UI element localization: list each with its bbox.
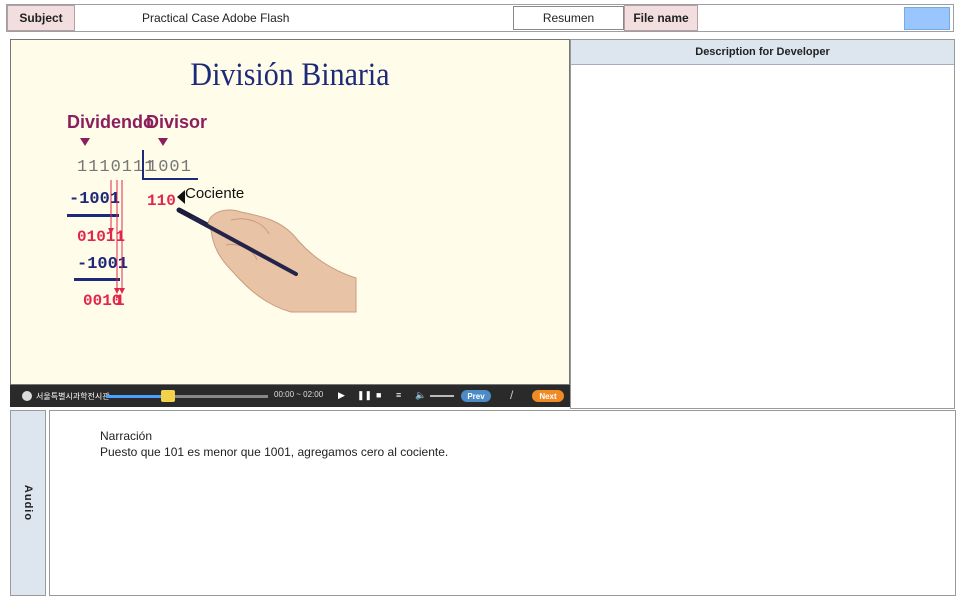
prev-button[interactable]: Prev (461, 390, 491, 402)
hand-with-pen-icon (176, 207, 357, 313)
divisor-arrow-icon (158, 138, 168, 146)
slide-title: División Binaria (190, 56, 390, 93)
media-player-bar: 서울특별시과학전시관 00:00 ~ 02:00 ▶ ❚❚ ■ ≡ 🔈 Prev… (10, 385, 570, 407)
resumen-button[interactable]: Resumen (513, 6, 624, 30)
division-bracket-vertical (142, 150, 144, 178)
brand-logo-icon (22, 391, 32, 401)
next-button[interactable]: Next (532, 390, 564, 402)
player-brand-text: 서울특별시과학전시관 (36, 391, 110, 401)
divisor-label: Divisor (146, 112, 208, 132)
divisor-value: 1001 (147, 158, 192, 177)
volume-icon[interactable]: 🔈 (415, 390, 426, 401)
progress-handle[interactable] (160, 390, 175, 402)
subject-value: Practical Case Adobe Flash (142, 11, 290, 25)
subject-label: Subject (7, 5, 75, 31)
developer-heading: Description for Developer (571, 40, 954, 65)
slide-canvas: División Binaria Dividendo Divisor 11101… (10, 39, 570, 385)
volume-slider[interactable] (430, 395, 454, 397)
nav-separator: / (510, 388, 514, 402)
progress-fill (106, 395, 168, 398)
narration-title: Narración (100, 429, 153, 443)
developer-panel: Description for Developer (570, 39, 955, 409)
pause-icon[interactable]: ❚❚ (357, 390, 372, 401)
progress-track[interactable] (106, 395, 268, 398)
filename-value (702, 5, 902, 31)
bring-down-arrows (108, 180, 125, 294)
audio-side-label-box: Audio (10, 410, 46, 596)
audio-side-label: Audio (22, 484, 34, 522)
color-swatch (904, 7, 950, 30)
dividend-arrow-icon (80, 138, 90, 146)
narration-block: Narración Puesto que 101 es menor que 10… (100, 428, 448, 460)
filename-label: File name (624, 5, 698, 31)
time-readout: 00:00 ~ 02:00 (274, 390, 324, 399)
developer-notes[interactable] (579, 72, 944, 392)
division-bracket-horizontal (142, 178, 198, 180)
stop-icon[interactable]: ■ (376, 390, 381, 400)
play-icon[interactable]: ▶ (338, 390, 345, 401)
dividend-label: Dividendo (67, 112, 155, 132)
player-brand: 서울특별시과학전시관 (22, 391, 110, 402)
menu-icon[interactable]: ≡ (396, 390, 401, 400)
narration-text: Puesto que 101 es menor que 1001, agrega… (100, 445, 449, 459)
